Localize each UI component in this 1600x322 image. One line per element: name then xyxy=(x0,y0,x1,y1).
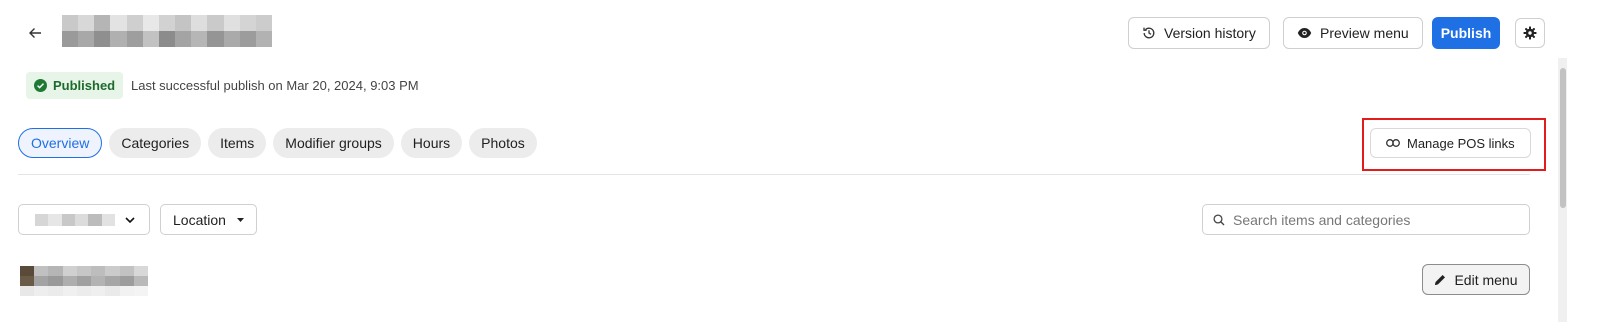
history-icon xyxy=(1143,27,1155,39)
preview-menu-label: Preview menu xyxy=(1320,25,1409,41)
link-icon xyxy=(1386,139,1400,147)
tab-modifier-groups[interactable]: Modifier groups xyxy=(273,128,394,158)
edit-menu-button[interactable]: Edit menu xyxy=(1422,264,1530,295)
tab-label: Items xyxy=(220,135,255,151)
arrow-left-icon xyxy=(29,28,41,38)
tab-overview[interactable]: Overview xyxy=(18,128,103,158)
eye-icon xyxy=(1297,28,1312,38)
search-icon xyxy=(1213,213,1225,225)
tab-hours[interactable]: Hours xyxy=(400,128,463,158)
edit-menu-label: Edit menu xyxy=(1454,271,1518,288)
manage-pos-links-label: Manage POS links xyxy=(1407,135,1515,151)
caret-down-icon xyxy=(237,217,244,222)
gear-icon xyxy=(1523,26,1537,40)
version-history-button[interactable]: Version history xyxy=(1128,17,1270,49)
status-badge-label: Published xyxy=(53,78,116,93)
divider xyxy=(18,174,1530,175)
tab-items[interactable]: Items xyxy=(208,128,267,158)
publish-status-message: Last successful publish on Mar 20, 2024,… xyxy=(131,78,419,93)
menu-select-value-redacted xyxy=(35,213,115,226)
version-history-label: Version history xyxy=(1164,25,1256,41)
settings-button[interactable] xyxy=(1515,18,1545,48)
tab-label: Categories xyxy=(121,135,190,151)
search-input[interactable] xyxy=(1233,211,1519,228)
tab-label: Hours xyxy=(412,135,451,151)
pencil-icon xyxy=(1435,274,1446,285)
manage-pos-links-button[interactable]: Manage POS links xyxy=(1370,128,1531,158)
status-badge: Published xyxy=(26,72,124,99)
scrollbar-thumb[interactable] xyxy=(1560,68,1566,208)
tab-photos[interactable]: Photos xyxy=(469,128,537,158)
menu-title-redacted xyxy=(62,15,272,47)
menu-name-redacted xyxy=(20,266,148,296)
check-circle-icon xyxy=(34,79,47,92)
preview-menu-button[interactable]: Preview menu xyxy=(1283,17,1423,49)
tab-bar: Overview Categories Items Modifier group… xyxy=(18,128,537,158)
publish-label: Publish xyxy=(1440,25,1492,41)
tab-label: Overview xyxy=(31,135,90,151)
location-label: Location xyxy=(173,211,226,228)
search-field[interactable] xyxy=(1202,204,1530,235)
location-dropdown[interactable]: Location xyxy=(160,204,257,235)
publish-button[interactable]: Publish xyxy=(1432,17,1500,49)
back-button[interactable] xyxy=(22,20,48,46)
tab-categories[interactable]: Categories xyxy=(109,128,202,158)
chevron-down-icon xyxy=(125,216,135,223)
tab-label: Photos xyxy=(481,135,525,151)
tab-label: Modifier groups xyxy=(285,135,382,151)
menu-select-dropdown[interactable] xyxy=(18,204,150,235)
